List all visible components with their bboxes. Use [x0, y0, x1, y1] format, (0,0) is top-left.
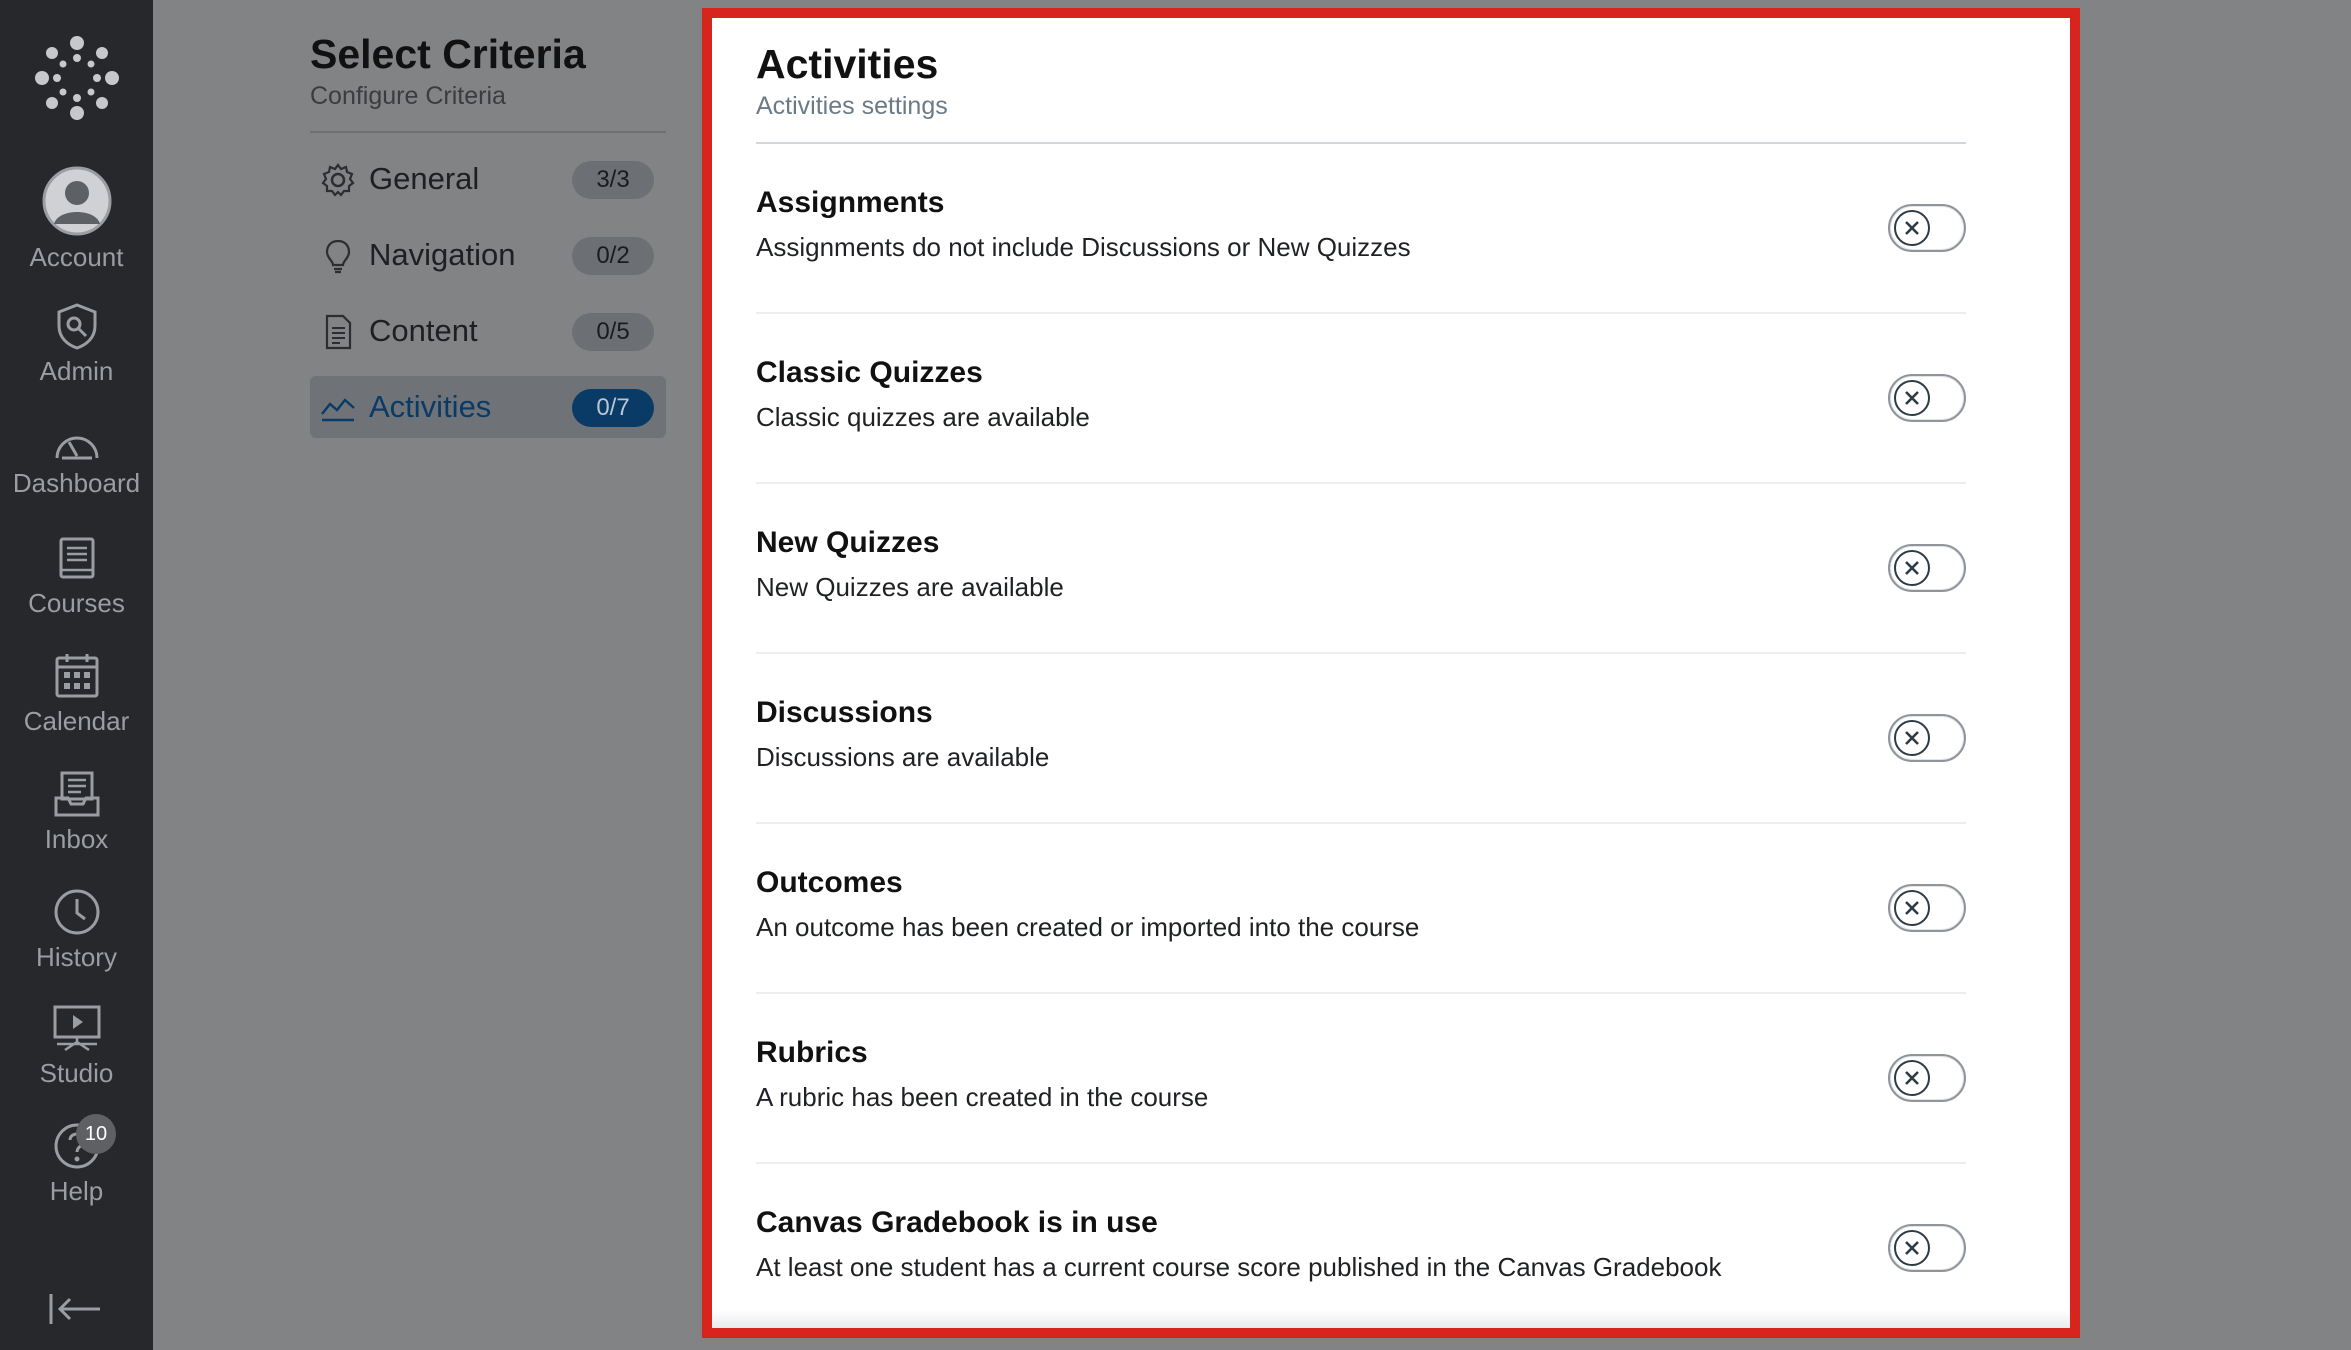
outcomes-toggle[interactable]	[1888, 884, 1966, 932]
gradebook-toggle[interactable]	[1888, 1224, 1966, 1272]
criteria-panel: Select Criteria Configure Criteria Gener…	[310, 30, 666, 438]
nav-admin[interactable]: Admin	[0, 302, 153, 387]
activities-title: Activities	[756, 41, 939, 87]
discussions-toggle[interactable]	[1888, 714, 1966, 762]
calendar-icon	[55, 654, 98, 698]
nav-label-dashboard: Dashboard	[12, 468, 141, 498]
gear-icon	[321, 163, 355, 197]
studio-icon	[53, 1005, 100, 1052]
activity-title: Assignments	[756, 186, 945, 219]
criteria-item-label: Content	[369, 313, 478, 348]
classic-quizzes-toggle[interactable]	[1888, 374, 1966, 422]
toggle-knob	[1894, 890, 1930, 926]
criteria-item-activities[interactable]: Activities 0/7	[310, 376, 666, 438]
activity-description: Assignments do not include Discussions o…	[756, 232, 1411, 262]
admin-icon	[57, 303, 96, 350]
criteria-item-label: General	[369, 161, 480, 196]
toggle-knob	[1894, 380, 1930, 416]
help-badge: 10	[76, 1114, 116, 1154]
activity-row-discussions: Discussions Discussions are available	[756, 654, 1966, 824]
activities-header: Activities Activities settings	[756, 40, 1966, 121]
toggle-knob	[1894, 720, 1930, 756]
inbox-icon	[54, 771, 99, 817]
activity-description: A rubric has been created in the course	[756, 1082, 1209, 1112]
assignments-toggle[interactable]	[1888, 204, 1966, 252]
nav-label-admin: Admin	[39, 356, 114, 386]
criteria-count-badge: 0/5	[572, 313, 654, 351]
nav-dashboard[interactable]: Dashboard	[0, 422, 153, 499]
toggle-knob	[1894, 550, 1930, 586]
criteria-divider	[310, 131, 666, 133]
criteria-count-badge: 3/3	[572, 161, 654, 199]
activity-title: Outcomes	[756, 866, 903, 899]
collapse-nav-button[interactable]	[48, 1292, 102, 1331]
canvas-logo-icon	[35, 36, 119, 120]
activity-row-rubrics: Rubrics A rubric has been created in the…	[756, 994, 1966, 1164]
nav-label-courses: Courses	[28, 588, 125, 618]
close-icon	[1905, 221, 1919, 235]
close-icon	[1905, 1241, 1919, 1255]
courses-icon	[59, 537, 94, 579]
toggle-knob	[1894, 1060, 1930, 1096]
collapse-arrow-icon	[49, 1294, 100, 1324]
criteria-title: Select Criteria	[310, 31, 586, 77]
activity-row-classic-quizzes: Classic Quizzes Classic quizzes are avai…	[756, 314, 1966, 484]
nav-courses[interactable]: Courses	[0, 536, 153, 619]
document-icon	[325, 314, 352, 350]
activity-title: New Quizzes	[756, 526, 940, 559]
activity-row-gradebook: Canvas Gradebook is in use At least one …	[756, 1164, 1966, 1328]
activity-description: New Quizzes are available	[756, 572, 1064, 602]
lightbulb-icon	[325, 239, 351, 274]
nav-inbox[interactable]: Inbox	[0, 770, 153, 855]
toggle-knob	[1894, 210, 1930, 246]
nav-help[interactable]: 10 Help	[0, 1114, 153, 1207]
close-icon	[1905, 731, 1919, 745]
activity-title: Rubrics	[756, 1036, 868, 1069]
activity-row-outcomes: Outcomes An outcome has been created or …	[756, 824, 1966, 994]
activity-row-assignments: Assignments Assignments do not include D…	[756, 144, 1966, 314]
close-icon	[1905, 901, 1919, 915]
canvas-logo[interactable]	[33, 34, 121, 122]
nav-label-studio: Studio	[39, 1058, 114, 1088]
close-icon	[1905, 391, 1919, 405]
activity-description: Discussions are available	[756, 742, 1050, 772]
toggle-knob	[1894, 1230, 1930, 1266]
close-icon	[1905, 1071, 1919, 1085]
criteria-count-badge: 0/7	[572, 389, 654, 427]
new-quizzes-toggle[interactable]	[1888, 544, 1966, 592]
activity-title: Discussions	[756, 696, 933, 729]
nav-history[interactable]: History	[0, 888, 153, 973]
scroll-fade	[712, 1310, 2070, 1328]
activity-description: Classic quizzes are available	[756, 402, 1090, 432]
criteria-item-navigation[interactable]: Navigation 0/2	[310, 224, 666, 286]
history-icon	[54, 889, 99, 935]
activities-panel: Activities Activities settings Assignmen…	[702, 8, 2080, 1338]
criteria-item-label: Navigation	[369, 237, 516, 272]
criteria-item-content[interactable]: Content 0/5	[310, 300, 666, 362]
activity-title: Classic Quizzes	[756, 356, 983, 389]
criteria-item-general[interactable]: General 3/3	[310, 148, 666, 210]
close-icon	[1905, 561, 1919, 575]
nav-label-account: Account	[29, 242, 124, 272]
global-nav: Account Admin Dashboard Courses Calendar…	[0, 0, 153, 1350]
nav-calendar[interactable]: Calendar	[0, 652, 153, 737]
criteria-subtitle: Configure Criteria	[310, 82, 506, 110]
nav-label-help: Help	[49, 1176, 104, 1206]
criteria-count-badge: 0/2	[572, 237, 654, 275]
dashboard-icon	[55, 436, 98, 460]
account-icon	[42, 166, 111, 236]
activities-subtitle: Activities settings	[756, 92, 948, 120]
nav-label-history: History	[36, 942, 117, 972]
activity-title: Canvas Gradebook is in use	[756, 1206, 1158, 1239]
nav-label-inbox: Inbox	[44, 824, 109, 854]
line-chart-icon	[321, 398, 355, 422]
activity-row-new-quizzes: New Quizzes New Quizzes are available	[756, 484, 1966, 654]
activity-description: An outcome has been created or imported …	[756, 912, 1420, 942]
nav-account[interactable]: Account	[0, 166, 153, 273]
criteria-item-label: Activities	[369, 389, 492, 424]
rubrics-toggle[interactable]	[1888, 1054, 1966, 1102]
activity-description: At least one student has a current cours…	[756, 1252, 1722, 1282]
nav-studio[interactable]: Studio	[0, 1004, 153, 1089]
nav-label-calendar: Calendar	[23, 706, 130, 736]
